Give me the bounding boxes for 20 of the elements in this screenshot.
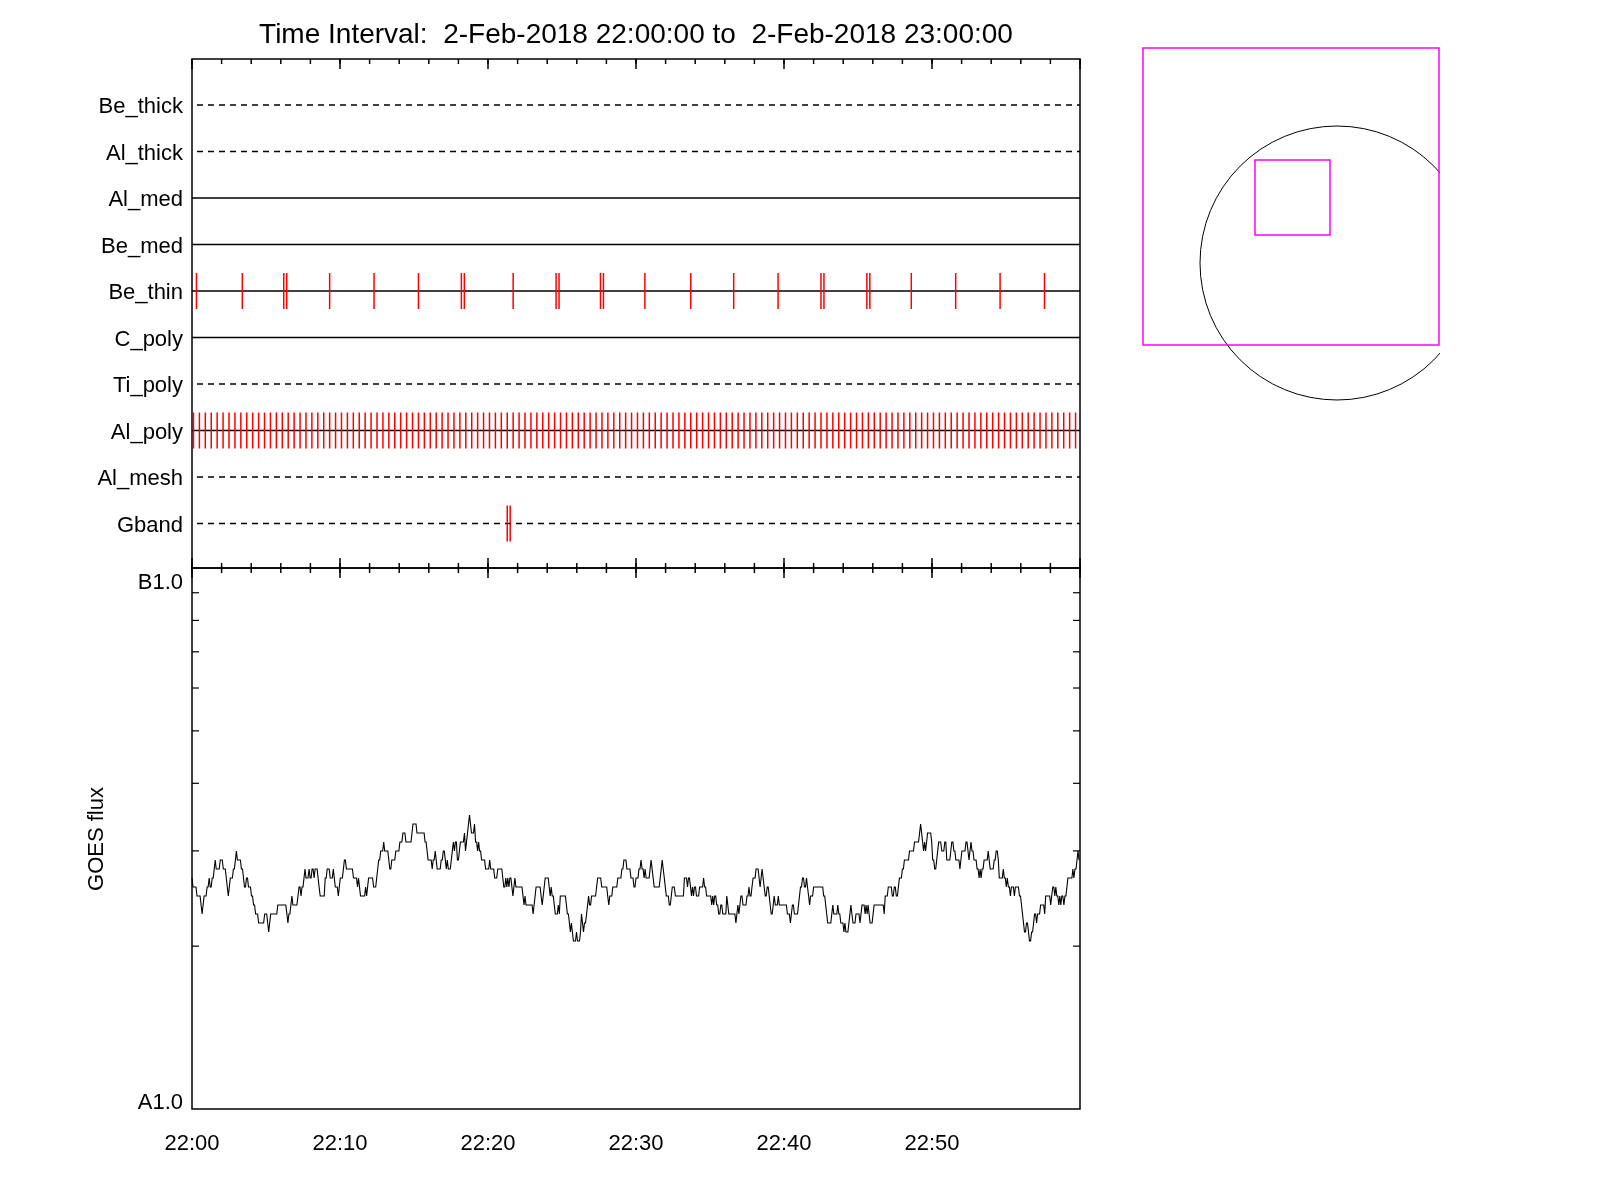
filter-label: Al_thick [105, 139, 183, 165]
time-axis-label: 22:50 [904, 1130, 960, 1155]
filter-label: Be_med [101, 232, 183, 258]
time-axis-label: 22:10 [312, 1130, 368, 1155]
filter-label: Be_thin [108, 279, 183, 304]
time-axis-label: 22:20 [460, 1130, 516, 1155]
filter-label: Al_poly [110, 418, 183, 444]
filter-label: Al_mesh [97, 465, 183, 490]
time-axis-label: 22:40 [756, 1130, 812, 1155]
time-axis-label: 22:00 [164, 1130, 220, 1155]
y-axis-top-label: B1.0 [137, 569, 183, 594]
y-axis-bottom-label: A1.0 [137, 1089, 183, 1114]
plot-title: Time Interval: 2-Feb-2018 22:00:00 to 2-Feb-2018 23:00:00 [259, 18, 1013, 49]
filter-label: Al_med [108, 186, 183, 211]
time-axis-label: 22:30 [608, 1130, 664, 1155]
filter-label: Gband [116, 511, 183, 537]
filter-label: C_poly [114, 325, 183, 351]
filter-label: Ti_poly [112, 372, 183, 397]
y-axis-title: GOES flux [83, 787, 108, 891]
filter-label: Be_thick [98, 93, 183, 118]
